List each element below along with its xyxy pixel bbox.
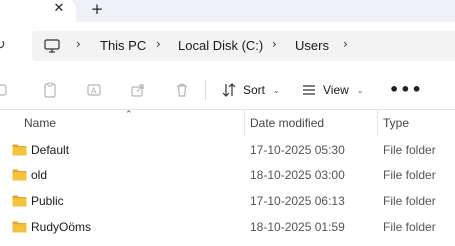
new-icon[interactable] [0, 82, 10, 98]
table-row[interactable]: old 18-10-2025 03:00 File folder [0, 163, 455, 189]
toolbar-divider [205, 80, 206, 100]
tab-users[interactable]: ✕ [0, 0, 76, 22]
address-row: ↻ › This PC › Local Disk (C:) › Users › [0, 22, 455, 70]
column-divider[interactable] [244, 110, 245, 136]
new-tab-icon[interactable]: + [89, 1, 105, 17]
view-icon [303, 85, 315, 95]
breadcrumb-separator-icon[interactable]: › [156, 37, 161, 51]
file-type: File folder [383, 143, 436, 157]
this-pc-icon[interactable] [44, 39, 60, 53]
breadcrumb-users[interactable]: Users [295, 38, 329, 53]
refresh-icon[interactable]: ↻ [0, 35, 14, 55]
file-date-modified: 17-10-2025 06:13 [250, 194, 345, 208]
breadcrumb-separator-icon[interactable]: › [76, 37, 81, 51]
view-label: View [323, 83, 349, 97]
file-date-modified: 18-10-2025 01:59 [250, 220, 345, 234]
file-name: old [31, 168, 48, 182]
column-header-type[interactable]: Type [383, 116, 409, 130]
chevron-down-icon: ⌄ [356, 85, 364, 95]
svg-text:A: A [91, 87, 97, 96]
rename-icon[interactable]: A [86, 82, 102, 98]
table-row[interactable]: Default 17-10-2025 05:30 File folder [0, 138, 455, 164]
chevron-down-icon: ⌄ [273, 85, 280, 95]
view-button[interactable]: View ⌄ [301, 78, 364, 102]
column-header-date-modified[interactable]: Date modified [250, 116, 324, 130]
address-bar[interactable]: › This PC › Local Disk (C:) › Users › [32, 31, 455, 61]
more-options-icon[interactable]: ••• [389, 80, 423, 99]
file-type: File folder [383, 194, 436, 208]
file-name: Default [31, 143, 70, 157]
breadcrumb-local-disk[interactable]: Local Disk (C:) [178, 38, 263, 53]
table-row[interactable]: Public 17-10-2025 06:13 File folder [0, 189, 455, 215]
sort-ascending-icon: ⌃ [125, 110, 133, 120]
delete-icon[interactable] [174, 82, 190, 98]
sort-button[interactable]: Sort ⌄ [221, 78, 280, 102]
column-header-row: ⌃ Name Date modified Type [0, 110, 455, 136]
table-row[interactable]: RudyOöms 18-10-2025 01:59 File folder [0, 215, 455, 241]
file-type: File folder [383, 168, 436, 182]
sort-icon [222, 83, 236, 97]
folder-icon [12, 221, 27, 233]
breadcrumb-separator-icon[interactable]: › [272, 37, 277, 51]
file-type: File folder [383, 220, 436, 234]
file-date-modified: 17-10-2025 05:30 [250, 143, 345, 157]
close-tab-icon[interactable]: ✕ [51, 1, 67, 17]
folder-icon [12, 144, 27, 156]
file-name: Public [31, 194, 64, 208]
file-name: RudyOöms [31, 220, 92, 234]
tab-strip: ✕ + [0, 0, 455, 22]
folder-icon [12, 169, 27, 181]
folder-icon [12, 195, 27, 207]
column-divider[interactable] [377, 110, 378, 136]
file-date-modified: 18-10-2025 03:00 [250, 168, 345, 182]
command-bar: A Sort ⌄ View ⌄ ••• [0, 71, 455, 110]
paste-icon[interactable] [42, 82, 58, 98]
column-header-name[interactable]: Name [24, 116, 56, 130]
share-icon[interactable] [130, 82, 146, 98]
breadcrumb-this-pc[interactable]: This PC [100, 38, 146, 53]
sort-label: Sort [243, 83, 266, 97]
breadcrumb-separator-icon[interactable]: › [343, 37, 348, 51]
